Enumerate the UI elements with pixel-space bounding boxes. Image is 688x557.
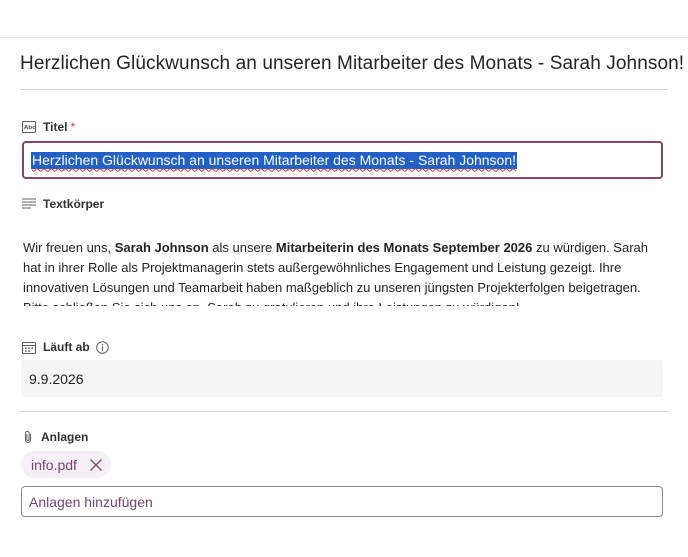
expires-date-field[interactable]: 9.9.2026	[21, 360, 663, 397]
svg-text:Abc: Abc	[24, 125, 35, 131]
expires-date-value: 9.9.2026	[29, 370, 84, 387]
add-attachments-button[interactable]: Anlagen hinzufügen	[21, 486, 663, 517]
attachments-field-label: Anlagen	[22, 430, 88, 444]
title-label-text: Titel	[43, 120, 68, 134]
body-text[interactable]: Wir freuen uns, Sarah Johnson als unsere…	[23, 238, 661, 306]
body-field-label: Textkörper	[22, 197, 104, 211]
attachment-chip[interactable]: info.pdf	[21, 451, 111, 478]
title-input[interactable]: Herzlichen Glückwunsch an unseren Mitarb…	[22, 141, 663, 179]
title-divider	[20, 89, 668, 90]
text-field-icon: Abc	[22, 121, 36, 133]
page-title: Herzlichen Glückwunsch an unseren Mitarb…	[20, 53, 685, 74]
attachments-label-text: Anlagen	[41, 430, 89, 444]
multiline-text-icon	[22, 198, 36, 210]
body-label-text: Textkörper	[43, 197, 105, 211]
expires-divider	[20, 411, 668, 412]
title-input-value[interactable]: Herzlichen Glückwunsch an unseren Mitarb…	[31, 151, 518, 169]
info-icon[interactable]	[95, 340, 109, 354]
calendar-icon	[22, 341, 36, 354]
close-icon[interactable]	[89, 458, 103, 472]
add-attachments-label: Anlagen hinzufügen	[29, 493, 153, 510]
attachment-file-name[interactable]: info.pdf	[31, 457, 77, 473]
paperclip-icon	[22, 430, 34, 444]
award-title: Mitarbeiterin des Monats September 2026	[275, 240, 533, 255]
expires-field-label: Läuft ab	[22, 340, 109, 354]
required-marker: *	[70, 120, 76, 134]
title-field-label: Abc Titel *	[22, 120, 75, 134]
employee-name: Sarah Johnson	[114, 240, 209, 255]
expires-label-text: Läuft ab	[43, 340, 90, 354]
header-divider	[0, 37, 688, 38]
